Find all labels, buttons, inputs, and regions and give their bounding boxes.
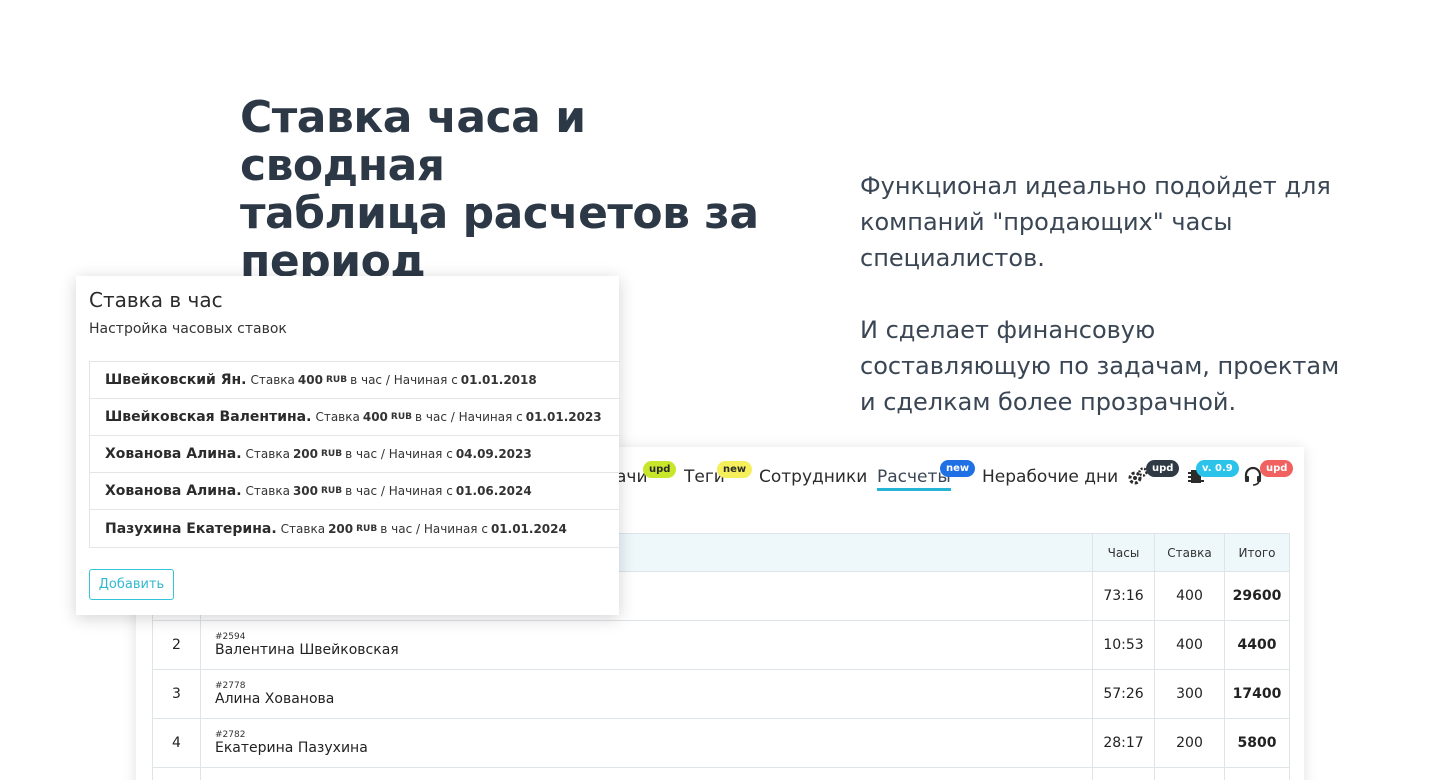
rate-list-item[interactable]: Пазухина Екатерина. Ставка 200 RUB в час… [90, 510, 620, 547]
nav-badge-version: v. 0.9 [1196, 460, 1239, 477]
currency: RUB [321, 449, 343, 459]
nav-badge-upd: upd [1260, 460, 1294, 477]
rate-list: Швейковский Ян. Ставка 400 RUB в час / Н… [89, 361, 620, 548]
cell-num: 2 [152, 620, 201, 670]
add-rate-button[interactable]: Добавить [89, 569, 174, 600]
description: Функционал идеально подойдет для компани… [860, 168, 1360, 420]
cell-total: 5800 [1224, 718, 1290, 768]
cell-hours: 10:53 [1092, 620, 1155, 670]
currency: RUB [325, 375, 348, 385]
rate-card-title: Ставка в час [89, 288, 223, 312]
cell-name: #2782 Екатерина Пазухина [200, 718, 1093, 768]
cell-total: 29600 [1224, 571, 1290, 621]
start-date: 01.06.2024 [455, 484, 532, 498]
person-name: Валентина Швейковская [215, 642, 399, 658]
nav-item-employees[interactable]: Сотрудники [759, 467, 867, 487]
page-headline: Ставка часа и сводная таблица расчетов з… [240, 94, 780, 286]
currency: RUB [356, 523, 378, 534]
start-date: 01.01.2023 [525, 410, 602, 424]
table-row[interactable]: 3 #2778 Алина Хованова 57:26 300 17400 [152, 669, 1290, 719]
col-header-hours: Часы [1092, 533, 1155, 572]
person-name: Екатерина Пазухина [215, 740, 368, 756]
cell-rate: 400 [1154, 620, 1225, 670]
cell-hours: 57:26 [1092, 669, 1155, 719]
rate-list-item[interactable]: Швейковский Ян. Ставка 400 RUB в час / Н… [90, 362, 620, 399]
rate-value: 400 [362, 410, 388, 424]
start-date: 04.09.2023 [455, 447, 532, 461]
cell-name: #2778 Алина Хованова [200, 669, 1093, 719]
nav-badge-new: new [940, 460, 976, 477]
employee-name: Хованова Алина. [105, 483, 242, 499]
nav-badge-new: new [717, 461, 753, 478]
headline-line: таблица расчетов за [240, 188, 759, 239]
person-name: Алина Хованова [215, 691, 335, 707]
currency: RUB [321, 486, 343, 496]
rate-list-item[interactable]: Швейковская Валентина. Ставка 400 RUB в … [90, 399, 620, 436]
cell-rate: 400 [1154, 571, 1225, 621]
table-row[interactable] [152, 767, 1290, 780]
rate-value: 200 [328, 521, 354, 536]
nav-item-holidays[interactable]: Нерабочие дни [982, 467, 1118, 487]
hourly-rate-card: Ставка в час Настройка часовых ставок Шв… [76, 276, 620, 615]
headline-line: Ставка часа и сводная [240, 92, 586, 191]
currency: RUB [390, 412, 413, 422]
cell-total: 4400 [1224, 620, 1290, 670]
rate-value: 300 [292, 484, 318, 498]
nav-badge-upd: upd [1146, 460, 1180, 477]
cell-rate: 200 [1154, 718, 1225, 768]
ticket-id: #2778 [215, 681, 246, 691]
cell-rate: 300 [1154, 669, 1225, 719]
employee-name: Пазухина Екатерина. [105, 520, 277, 537]
col-header-total: Итого [1224, 533, 1290, 572]
rate-value: 400 [297, 373, 323, 387]
start-date: 01.01.2018 [460, 373, 537, 387]
description-paragraph: И сделает финансовую составляющую по зад… [860, 316, 1340, 416]
ticket-id: #2594 [215, 632, 246, 642]
cell-total [1224, 767, 1290, 780]
table-row[interactable]: 4 #2782 Екатерина Пазухина 28:17 200 580… [152, 718, 1290, 768]
table-row[interactable]: 2 #2594 Валентина Швейковская 10:53 400 … [152, 620, 1290, 670]
rate-list-item[interactable]: Хованова Алина. Ставка 200 RUB в час / Н… [90, 436, 620, 473]
cell-num: 3 [152, 669, 201, 719]
cell-num: 4 [152, 718, 201, 768]
cell-num [152, 767, 201, 780]
rate-card-subtitle: Настройка часовых ставок [89, 321, 287, 337]
rate-value: 200 [292, 447, 318, 461]
ticket-id: #2782 [215, 730, 246, 740]
description-paragraph: Функционал идеально подойдет для компани… [860, 172, 1331, 272]
cell-name: #2594 Валентина Швейковская [200, 620, 1093, 670]
cell-hours: 28:17 [1092, 718, 1155, 768]
cell-name [200, 767, 1093, 780]
cell-hours: 73:16 [1092, 571, 1155, 621]
cell-rate [1154, 767, 1225, 780]
start-date: 01.01.2024 [490, 521, 567, 536]
employee-name: Швейковский Ян. [105, 372, 247, 388]
col-header-rate: Ставка [1154, 533, 1225, 572]
cell-hours [1092, 767, 1155, 780]
rate-list-item[interactable]: Хованова Алина. Ставка 300 RUB в час / Н… [90, 473, 620, 510]
nav-badge-upd: upd [643, 461, 677, 478]
cell-total: 17400 [1224, 669, 1290, 719]
employee-name: Хованова Алина. [105, 446, 242, 462]
employee-name: Швейковская Валентина. [105, 409, 312, 425]
